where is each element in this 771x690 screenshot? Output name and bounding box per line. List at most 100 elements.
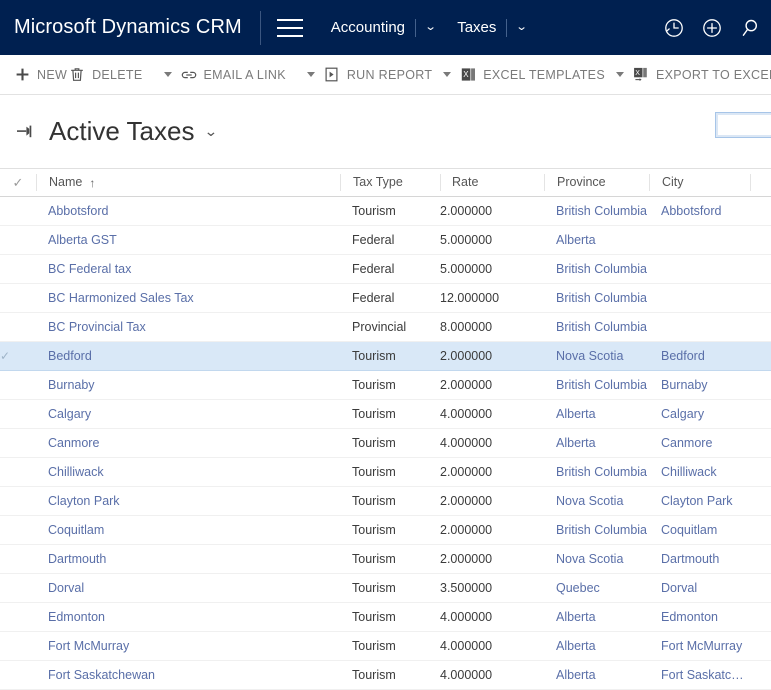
table-row[interactable]: ✓ Alberta GST Federal 5.000000 Alberta	[0, 226, 771, 255]
table-row[interactable]: ✓ Bedford Tourism 2.000000 Nova Scotia Bedfor…	[0, 341, 771, 371]
chevron-down-icon[interactable]: ⌄	[424, 22, 436, 33]
cell-name[interactable]: Dorval	[36, 574, 340, 603]
cell-province[interactable]: Quebec	[544, 574, 649, 603]
select-all-column-header[interactable]: ✓	[0, 168, 36, 197]
cell-name[interactable]: Alberta GST	[36, 226, 340, 255]
chevron-down-icon[interactable]: ⌄	[516, 22, 528, 33]
cell-city[interactable]	[649, 284, 750, 313]
run-report-button[interactable]: RUN REPORT	[324, 55, 434, 94]
table-row[interactable]: ✓ Chilliwack Tourism 2.000000 British Columb…	[0, 458, 771, 487]
view-selector-chevron-down-icon[interactable]: ⌄	[204, 123, 218, 140]
pin-icon[interactable]	[16, 124, 35, 139]
cell-province[interactable]: British Columbia	[544, 371, 649, 400]
table-row[interactable]: ✓ Clayton Park Tourism 2.000000 Nova Scotia C…	[0, 487, 771, 516]
table-row[interactable]: ✓ Dartmouth Tourism 2.000000 Nova Scotia Dart…	[0, 545, 771, 574]
table-row[interactable]: ✓ Fort McMurray Tourism 4.000000 Alberta Fort…	[0, 632, 771, 661]
cell-name[interactable]: Chilliwack	[36, 458, 340, 487]
row-select-checkbox[interactable]: ✓	[0, 545, 36, 574]
table-row[interactable]: ✓ Canmore Tourism 4.000000 Alberta Canmore	[0, 429, 771, 458]
cell-name[interactable]: BC Provincial Tax	[36, 313, 340, 342]
row-select-checkbox[interactable]: ✓	[0, 400, 36, 429]
cell-province[interactable]: Alberta	[544, 226, 649, 255]
row-select-checkbox[interactable]: ✓	[0, 632, 36, 661]
row-select-checkbox[interactable]: ✓	[0, 313, 36, 342]
email-a-link-dropdown-caret[interactable]	[298, 55, 324, 94]
run-report-dropdown-caret[interactable]	[434, 55, 460, 94]
table-row[interactable]: ✓ BC Provincial Tax Provincial 8.000000 Brit…	[0, 313, 771, 342]
table-row[interactable]: ✓ Coquitlam Tourism 2.000000 British Columbi…	[0, 516, 771, 545]
cell-province[interactable]: Nova Scotia	[544, 545, 649, 574]
table-row[interactable]: ✓ Edmonton Tourism 4.000000 Alberta Edmonton	[0, 603, 771, 632]
column-header-province[interactable]: Province	[544, 168, 649, 197]
cell-city[interactable]: Dorval	[649, 574, 750, 603]
cell-city[interactable]: Fort McMurray	[649, 632, 750, 661]
cell-city[interactable]	[649, 226, 750, 255]
cell-city[interactable]: Chilliwack	[649, 458, 750, 487]
select-all-check-icon[interactable]: ✓	[13, 176, 24, 189]
cell-name[interactable]: Bedford	[36, 342, 340, 371]
column-header-city[interactable]: City	[649, 168, 750, 197]
row-select-checkbox[interactable]: ✓	[0, 226, 36, 255]
cell-province[interactable]: Alberta	[544, 632, 649, 661]
cell-name[interactable]: Abbotsford	[36, 197, 340, 226]
breadcrumb-taxes-label[interactable]: Taxes	[457, 19, 496, 36]
cell-city[interactable]	[649, 255, 750, 284]
cell-city[interactable]: Burnaby	[649, 371, 750, 400]
cell-province[interactable]: Nova Scotia	[544, 342, 649, 371]
cell-province[interactable]: British Columbia	[544, 284, 649, 313]
cell-province[interactable]: British Columbia	[544, 255, 649, 284]
cell-province[interactable]: Alberta	[544, 400, 649, 429]
cell-name[interactable]: BC Harmonized Sales Tax	[36, 284, 340, 313]
recent-clock-icon[interactable]	[663, 17, 685, 39]
cell-province[interactable]: British Columbia	[544, 516, 649, 545]
table-row[interactable]: ✓ Dorval Tourism 3.500000 Quebec Dorval	[0, 574, 771, 603]
column-header-rate[interactable]: Rate	[440, 168, 544, 197]
email-a-link-button[interactable]: EMAIL A LINK	[181, 55, 288, 94]
breadcrumb-accounting-label[interactable]: Accounting	[331, 19, 405, 36]
cell-city[interactable]: Bedford	[649, 342, 750, 371]
row-select-checkbox[interactable]: ✓	[0, 284, 36, 313]
cell-name[interactable]: Fort Saskatchewan	[36, 661, 340, 690]
cell-province[interactable]: Alberta	[544, 429, 649, 458]
table-row[interactable]: ✓ BC Federal tax Federal 5.000000 British Co…	[0, 255, 771, 284]
cell-city[interactable]: Fort Saskatchew...	[649, 661, 750, 690]
new-button[interactable]: NEW	[14, 55, 69, 94]
table-row[interactable]: ✓ Fort Saskatchewan Tourism 4.000000 Alberta…	[0, 661, 771, 690]
delete-button[interactable]: DELETE	[69, 55, 144, 94]
breadcrumb-taxes[interactable]: Taxes ⌄	[457, 18, 528, 37]
row-select-checkbox[interactable]: ✓	[0, 371, 36, 400]
row-select-checkbox[interactable]: ✓	[0, 342, 36, 371]
row-select-checkbox[interactable]: ✓	[0, 255, 36, 284]
table-row[interactable]: ✓ Abbotsford Tourism 2.000000 British Columb…	[0, 197, 771, 226]
cell-name[interactable]: Edmonton	[36, 603, 340, 632]
row-select-checkbox[interactable]: ✓	[0, 574, 36, 603]
row-select-checkbox[interactable]: ✓	[0, 603, 36, 632]
search-input[interactable]	[715, 112, 771, 138]
cell-province[interactable]: Alberta	[544, 661, 649, 690]
row-select-checkbox[interactable]: ✓	[0, 516, 36, 545]
cell-name[interactable]: Canmore	[36, 429, 340, 458]
search-box[interactable]	[715, 112, 771, 138]
cell-city[interactable]: Calgary	[649, 400, 750, 429]
row-select-checkbox[interactable]: ✓	[0, 429, 36, 458]
export-to-excel-button[interactable]: X EXPORT TO EXCEL	[633, 55, 771, 94]
cell-province[interactable]: Nova Scotia	[544, 487, 649, 516]
cell-province[interactable]: British Columbia	[544, 197, 649, 226]
cell-name[interactable]: BC Federal tax	[36, 255, 340, 284]
quick-create-plus-icon[interactable]	[701, 17, 723, 39]
cell-province[interactable]: British Columbia	[544, 458, 649, 487]
cell-city[interactable]: Dartmouth	[649, 545, 750, 574]
cell-name[interactable]: Dartmouth	[36, 545, 340, 574]
row-select-checkbox[interactable]: ✓	[0, 487, 36, 516]
hamburger-icon[interactable]	[276, 18, 303, 37]
cell-province[interactable]: Alberta	[544, 603, 649, 632]
cell-name[interactable]: Coquitlam	[36, 516, 340, 545]
table-row[interactable]: ✓ BC Harmonized Sales Tax Federal 12.000000…	[0, 284, 771, 313]
excel-templates-button[interactable]: X EXCEL TEMPLATES	[460, 55, 607, 94]
table-row[interactable]: ✓ Calgary Tourism 4.000000 Alberta Calgary	[0, 400, 771, 429]
cell-city[interactable]	[649, 313, 750, 342]
row-select-checkbox[interactable]: ✓	[0, 661, 36, 690]
cell-name[interactable]: Burnaby	[36, 371, 340, 400]
cell-name[interactable]: Calgary	[36, 400, 340, 429]
cell-city[interactable]: Coquitlam	[649, 516, 750, 545]
